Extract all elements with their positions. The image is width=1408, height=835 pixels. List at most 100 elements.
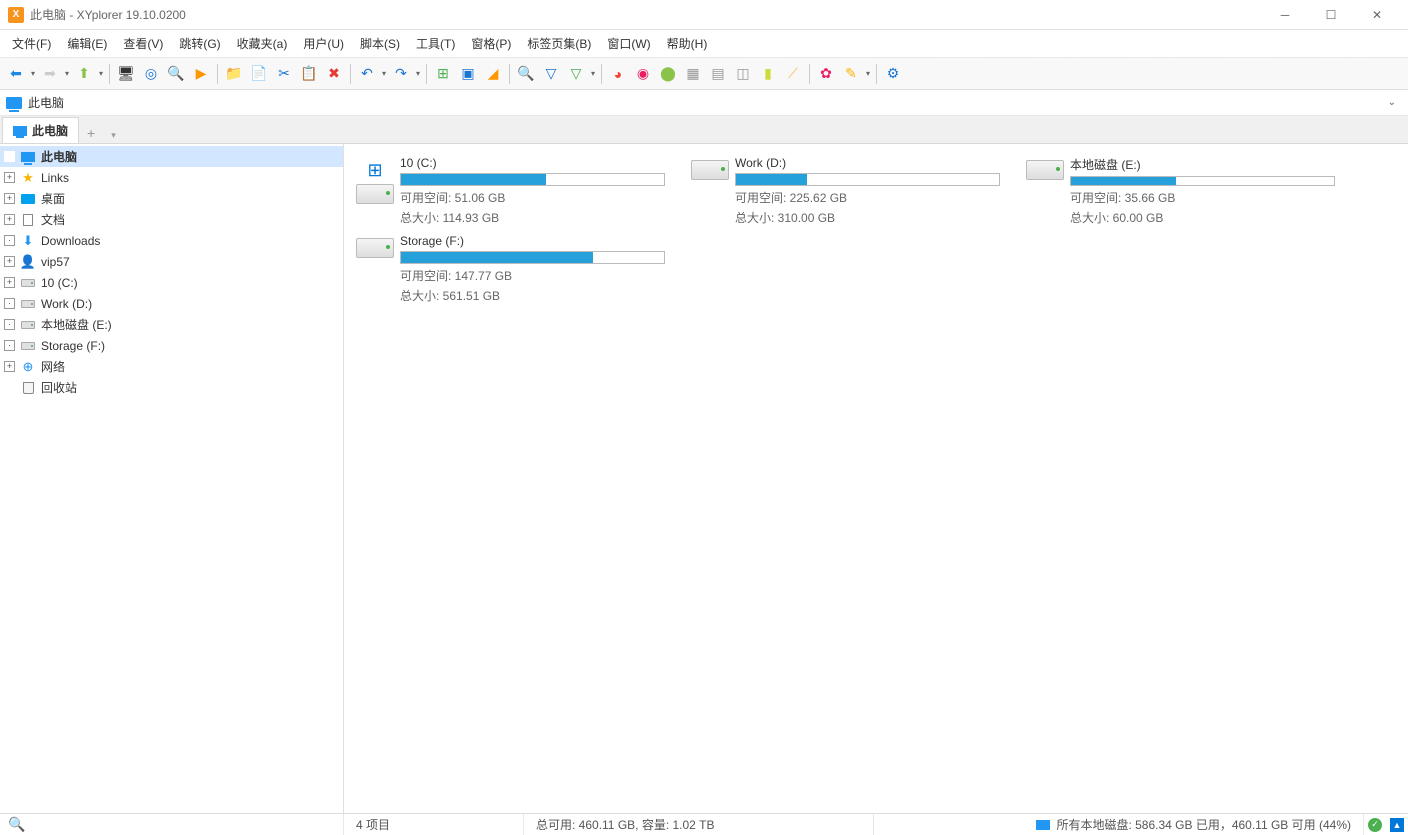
menu-item-0[interactable]: 文件(F) (4, 31, 59, 56)
copy-button[interactable]: 📄 (247, 62, 271, 86)
sidebar-item-drive-d[interactable]: · Work (D:) (0, 293, 343, 314)
tree-expander[interactable]: + (4, 361, 15, 372)
tree-expander[interactable]: · (4, 235, 15, 246)
tag-button[interactable]: ▮ (756, 62, 780, 86)
tree-expander[interactable]: + (4, 193, 15, 204)
status-sync-icon[interactable]: ▲ (1390, 818, 1404, 832)
list-button[interactable]: ▤ (706, 62, 730, 86)
drive-usage-bar (1070, 176, 1335, 186)
drive-item-2[interactable]: 本地磁盘 (E:)可用空间: 35.66 GB总大小: 60.00 GB (1018, 152, 1351, 230)
redo-dropdown[interactable]: ▾ (414, 69, 422, 78)
tree-button[interactable]: ⊞ (431, 62, 455, 86)
spiral-button[interactable]: ◉ (631, 62, 655, 86)
address-dropdown-icon[interactable]: ⌄ (1382, 95, 1402, 110)
back-dropdown[interactable]: ▾ (29, 69, 37, 78)
address-text: 此电脑 (28, 94, 64, 111)
filter-button[interactable]: ▽ (539, 62, 563, 86)
sidebar-item-recycle[interactable]: 回收站 (0, 377, 343, 398)
menu-item-11[interactable]: 帮助(H) (659, 31, 716, 56)
sidebar-item-user[interactable]: +👤vip57 (0, 251, 343, 272)
menu-item-3[interactable]: 跳转(G) (171, 31, 228, 56)
pie-button[interactable]: ◕ (606, 62, 630, 86)
gear-button[interactable]: ⚙ (881, 62, 905, 86)
android-button[interactable]: ⬤ (656, 62, 680, 86)
drive-item-0[interactable]: ⊞10 (C:)可用空间: 51.06 GB总大小: 114.93 GB (348, 152, 681, 230)
sidebar-item-label: Links (41, 171, 69, 185)
menu-item-5[interactable]: 用户(U) (295, 31, 352, 56)
up-dropdown[interactable]: ▾ (97, 69, 105, 78)
menu-item-4[interactable]: 收藏夹(a) (229, 31, 296, 56)
sidebar-item-network[interactable]: +⊕网络 (0, 356, 343, 377)
desktop-icon (20, 191, 36, 207)
forward-dropdown[interactable]: ▾ (63, 69, 71, 78)
newfolder-button[interactable]: 📁 (222, 62, 246, 86)
drive-item-1[interactable]: Work (D:)可用空间: 225.62 GB总大小: 310.00 GB (683, 152, 1016, 230)
paintbrush-button[interactable]: ✎ (839, 62, 863, 86)
filter2-button[interactable]: ▽ (564, 62, 588, 86)
tree-expander[interactable]: · (4, 340, 15, 351)
target-button[interactable]: ◎ (139, 62, 163, 86)
menu-item-1[interactable]: 编辑(E) (59, 31, 115, 56)
tree-expander[interactable] (4, 382, 15, 393)
tree-expander[interactable]: · (4, 298, 15, 309)
select-button[interactable]: ▣ (456, 62, 480, 86)
color-button[interactable]: ✿ (814, 62, 838, 86)
filter2-dropdown[interactable]: ▾ (589, 69, 597, 78)
drive-item-3[interactable]: Storage (F:)可用空间: 147.77 GB总大小: 561.51 G… (348, 230, 681, 308)
sidebar-item-computer[interactable]: 此电脑 (0, 146, 343, 167)
drive-name: Storage (F:) (400, 234, 679, 248)
up-button[interactable]: ⬆ (72, 62, 96, 86)
menu-item-6[interactable]: 脚本(S) (352, 31, 408, 56)
menu-item-7[interactable]: 工具(T) (408, 31, 463, 56)
tree-expander[interactable]: + (4, 256, 15, 267)
display-button[interactable]: 🖥 (114, 62, 138, 86)
cut-button[interactable]: ✂ (272, 62, 296, 86)
status-ok-icon[interactable]: ✓ (1368, 818, 1382, 832)
tree-expander[interactable]: · (4, 319, 15, 330)
sidebar-item-desktop[interactable]: +桌面 (0, 188, 343, 209)
paintbrush-dropdown[interactable]: ▾ (864, 69, 872, 78)
tree-expander[interactable]: + (4, 172, 15, 183)
redo-button[interactable]: ↷ (389, 62, 413, 86)
undo-button[interactable]: ↶ (355, 62, 379, 86)
forward-button[interactable]: ➡ (38, 62, 62, 86)
addressbar[interactable]: 此电脑 ⌄ (0, 90, 1408, 116)
sidebar-item-drive-e[interactable]: ·本地磁盘 (E:) (0, 314, 343, 335)
sidebar-item-drive-f[interactable]: ·Storage (F:) (0, 335, 343, 356)
status-search[interactable]: 🔍 (0, 814, 344, 835)
undo-dropdown[interactable]: ▾ (380, 69, 388, 78)
minimize-button[interactable]: ─ (1262, 0, 1308, 30)
menu-item-8[interactable]: 窗格(P) (463, 31, 519, 56)
maximize-button[interactable]: ☐ (1308, 0, 1354, 30)
tabbar: 此电脑 + ▾ (0, 116, 1408, 144)
play-button[interactable]: ▶ (189, 62, 213, 86)
sidebar-item-downloads[interactable]: ·⬇Downloads (0, 230, 343, 251)
tree-expander[interactable] (4, 151, 15, 162)
tab-dropdown-icon[interactable]: ▾ (105, 128, 122, 143)
menu-item-9[interactable]: 标签页集(B) (519, 31, 599, 56)
delete-button[interactable]: ✖ (322, 62, 346, 86)
paste-button[interactable]: 📋 (297, 62, 321, 86)
back-button[interactable]: ⬅ (4, 62, 28, 86)
zoom-button[interactable]: 🔍 (164, 62, 188, 86)
sidebar-item-links[interactable]: +★Links (0, 167, 343, 188)
tree-expander[interactable]: + (4, 214, 15, 225)
brush-button[interactable]: ⟋ (781, 62, 805, 86)
grid-button[interactable]: ▦ (681, 62, 705, 86)
find-button[interactable]: 🔍 (514, 62, 538, 86)
menu-item-2[interactable]: 查看(V) (115, 31, 171, 56)
sidebar-item-documents[interactable]: +文档 (0, 209, 343, 230)
menu-item-10[interactable]: 窗口(W) (599, 31, 658, 56)
drive-free: 可用空间: 147.77 GB (400, 267, 679, 284)
close-button[interactable]: ✕ (1354, 0, 1400, 30)
sidebar-item-drive-c[interactable]: +10 (C:) (0, 272, 343, 293)
dualpane-button[interactable]: ◫ (731, 62, 755, 86)
sidebar-item-label: Work (D:) (41, 297, 92, 311)
drive-icon (20, 338, 36, 354)
tree-expander[interactable]: + (4, 277, 15, 288)
add-tab-button[interactable]: + (81, 123, 101, 143)
drive-free: 可用空间: 35.66 GB (1070, 189, 1349, 206)
pizza-button[interactable]: ◢ (481, 62, 505, 86)
sidebar-item-label: Downloads (41, 234, 100, 248)
tab-computer[interactable]: 此电脑 (2, 117, 79, 143)
